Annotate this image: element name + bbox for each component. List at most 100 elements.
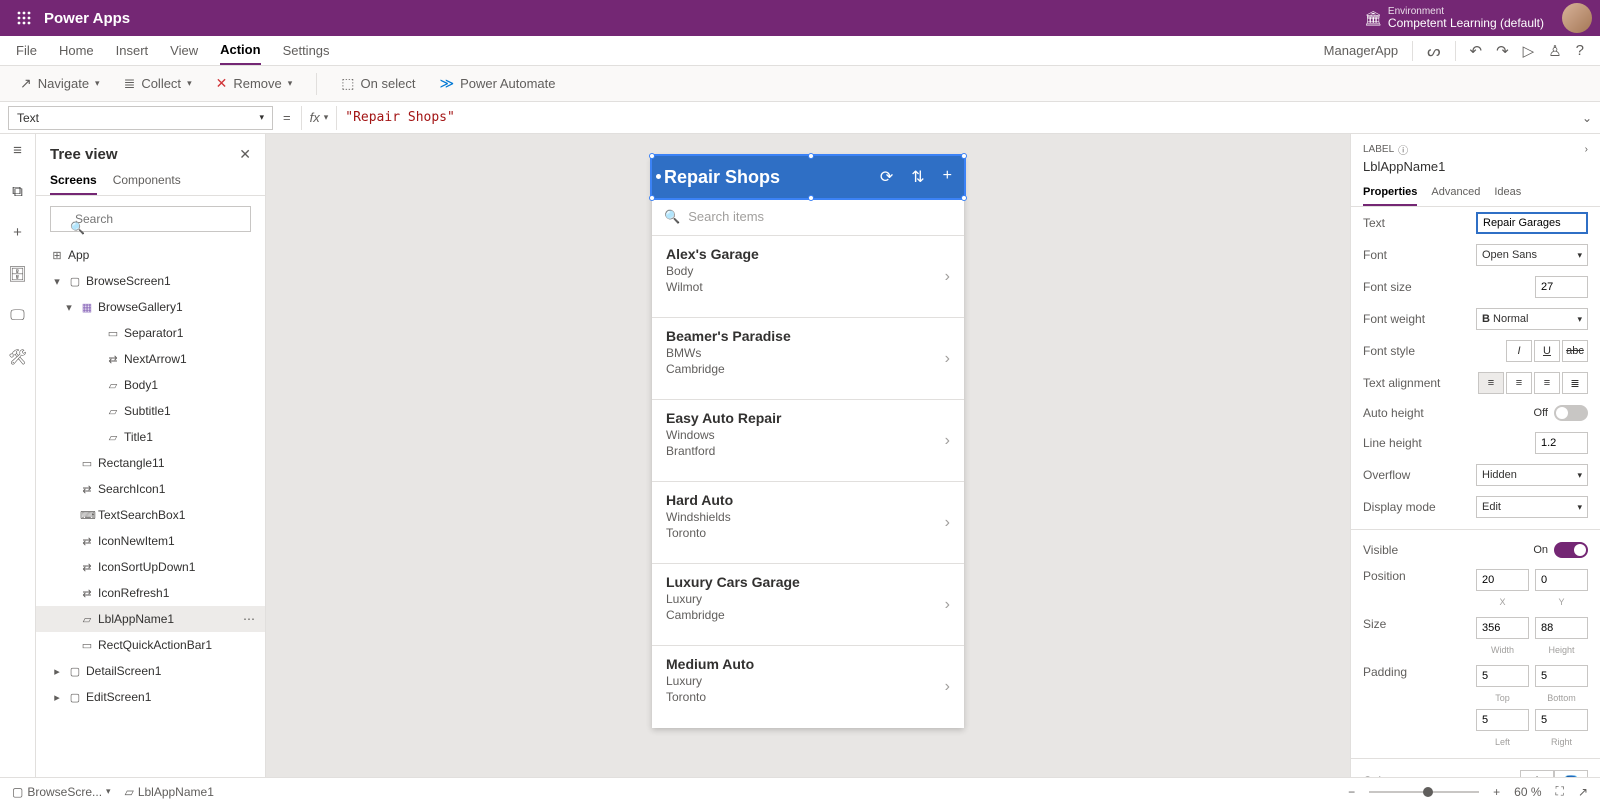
formula-expand-icon[interactable]: ⌄ <box>1582 111 1592 125</box>
tree-node-iconsortupdown[interactable]: ⇄IconSortUpDown1 <box>36 554 265 580</box>
formula-input[interactable] <box>345 110 1582 125</box>
pad-left-input[interactable] <box>1476 709 1529 731</box>
fit-icon[interactable]: ⛶ <box>1556 784 1564 799</box>
list-item[interactable]: Hard AutoWindshieldsToronto› <box>652 482 964 564</box>
power-automate-button[interactable]: ≫Power Automate <box>439 75 555 92</box>
collect-button[interactable]: ≣Collect▾ <box>124 75 192 92</box>
chevron-right-icon[interactable]: › <box>1585 144 1588 155</box>
popout-icon[interactable]: ↗ <box>1578 785 1588 799</box>
app-checker-icon[interactable]: ᔕ <box>1427 42 1440 60</box>
avatar[interactable] <box>1562 3 1592 33</box>
insert-icon[interactable]: + <box>13 224 22 241</box>
italic-button[interactable]: I <box>1506 340 1532 362</box>
font-select[interactable]: Open Sans▾ <box>1476 244 1588 266</box>
zoom-in-icon[interactable]: + <box>1493 785 1500 799</box>
tools-icon[interactable]: 🛠 <box>8 348 27 366</box>
visible-toggle[interactable] <box>1554 542 1588 558</box>
align-right-button[interactable]: ≡ <box>1534 372 1560 394</box>
underline-button[interactable]: U <box>1534 340 1560 362</box>
tree-node-title[interactable]: ▱Title1 <box>36 424 265 450</box>
chevron-right-icon[interactable]: › <box>945 678 950 696</box>
menu-home[interactable]: Home <box>59 37 94 64</box>
tab-ideas[interactable]: Ideas <box>1494 180 1521 206</box>
zoom-out-icon[interactable]: − <box>1348 785 1355 799</box>
canvas-search-bar[interactable]: 🔍 Search items <box>652 198 964 236</box>
list-item[interactable]: Luxury Cars GarageLuxuryCambridge› <box>652 564 964 646</box>
tree-node-iconnewitem[interactable]: ⇄IconNewItem1 <box>36 528 265 554</box>
navigate-button[interactable]: ↗Navigate▾ <box>20 75 100 92</box>
menu-file[interactable]: File <box>16 37 37 64</box>
tree-node-detailscreen[interactable]: ▸▢DetailScreen1 <box>36 658 265 684</box>
align-left-button[interactable]: ≡ <box>1478 372 1504 394</box>
tab-properties[interactable]: Properties <box>1363 180 1417 206</box>
remove-button[interactable]: ✕Remove▾ <box>216 75 293 92</box>
tree-node-lblappname[interactable]: ▱LblAppName1⋯ <box>36 606 265 632</box>
tree-node-rectquick[interactable]: ▭RectQuickActionBar1 <box>36 632 265 658</box>
info-icon[interactable]: ⓘ <box>1398 142 1408 157</box>
strike-button[interactable]: abc <box>1562 340 1588 362</box>
width-input[interactable] <box>1476 617 1529 639</box>
media-icon[interactable]: 🖵 <box>10 307 24 324</box>
more-icon[interactable]: ⋯ <box>243 612 255 626</box>
tree-node-rectangle[interactable]: ▭Rectangle11 <box>36 450 265 476</box>
refresh-icon[interactable]: ⟳ <box>880 167 893 187</box>
list-item[interactable]: Medium AutoLuxuryToronto› <box>652 646 964 728</box>
pos-x-input[interactable] <box>1476 569 1529 591</box>
app-canvas[interactable]: Repair Shops ⟳ ⇅ + 🔍 Search items Alex's… <box>652 156 964 728</box>
list-item[interactable]: Alex's GarageBodyWilmot› <box>652 236 964 318</box>
undo-icon[interactable]: ↶ <box>1470 42 1483 60</box>
text-input[interactable] <box>1476 212 1588 234</box>
tree-view-icon[interactable]: ⧉ <box>12 183 23 200</box>
font-color-button[interactable]: A <box>1520 770 1554 777</box>
chevron-right-icon[interactable]: › <box>945 432 950 450</box>
align-center-button[interactable]: ≡ <box>1506 372 1532 394</box>
lineheight-input[interactable] <box>1535 432 1588 454</box>
tree-node-separator[interactable]: ▭Separator1 <box>36 320 265 346</box>
close-icon[interactable]: ✕ <box>239 146 251 163</box>
canvas-header-bar[interactable]: Repair Shops ⟳ ⇅ + <box>652 156 964 198</box>
canvas-title-label[interactable]: Repair Shops <box>664 167 780 188</box>
redo-icon[interactable]: ↷ <box>1496 42 1509 60</box>
tab-advanced[interactable]: Advanced <box>1431 180 1480 206</box>
tree-node-subtitle[interactable]: ▱Subtitle1 <box>36 398 265 424</box>
pos-y-input[interactable] <box>1535 569 1588 591</box>
chevron-right-icon[interactable]: › <box>945 350 950 368</box>
play-icon[interactable]: ▷ <box>1523 42 1535 60</box>
tab-components[interactable]: Components <box>113 167 181 195</box>
list-item[interactable]: Beamer's ParadiseBMWsCambridge› <box>652 318 964 400</box>
canvas-area[interactable]: Repair Shops ⟳ ⇅ + 🔍 Search items Alex's… <box>266 134 1350 777</box>
waffle-icon[interactable] <box>8 11 40 25</box>
pad-right-input[interactable] <box>1535 709 1588 731</box>
data-icon[interactable]: 🗄 <box>8 265 27 283</box>
zoom-slider[interactable] <box>1369 791 1479 793</box>
fontsize-input[interactable] <box>1535 276 1588 298</box>
pad-bottom-input[interactable] <box>1535 665 1588 687</box>
chevron-right-icon[interactable]: › <box>945 596 950 614</box>
tree-node-nextarrow[interactable]: ⇄NextArrow1 <box>36 346 265 372</box>
share-icon[interactable]: ♙ <box>1548 42 1561 60</box>
tree-node-iconrefresh[interactable]: ⇄IconRefresh1 <box>36 580 265 606</box>
tree-node-editscreen[interactable]: ▸▢EditScreen1 <box>36 684 265 710</box>
hamburger-icon[interactable]: ≡ <box>13 142 22 159</box>
fx-chevron-icon[interactable]: ▾ <box>324 112 329 123</box>
pad-top-input[interactable] <box>1476 665 1529 687</box>
align-justify-button[interactable]: ≣ <box>1562 372 1588 394</box>
help-icon[interactable]: ? <box>1576 42 1584 59</box>
list-item[interactable]: Easy Auto RepairWindowsBrantford› <box>652 400 964 482</box>
tree-node-textsearchbox[interactable]: ⌨TextSearchBox1 <box>36 502 265 528</box>
chevron-right-icon[interactable]: › <box>945 268 950 286</box>
tree-node-searchicon[interactable]: ⇄SearchIcon1 <box>36 476 265 502</box>
tab-screens[interactable]: Screens <box>50 167 97 195</box>
tree-node-app[interactable]: ⊞App <box>36 242 265 268</box>
tree-node-browsescreen[interactable]: ▾▢BrowseScreen1 <box>36 268 265 294</box>
autoheight-toggle[interactable] <box>1554 405 1588 421</box>
menu-view[interactable]: View <box>170 37 198 64</box>
chevron-right-icon[interactable]: › <box>945 514 950 532</box>
overflow-select[interactable]: Hidden▾ <box>1476 464 1588 486</box>
menu-insert[interactable]: Insert <box>116 37 149 64</box>
onselect-button[interactable]: ⬚On select <box>341 75 415 92</box>
tree-node-browsegallery[interactable]: ▾▦BrowseGallery1 <box>36 294 265 320</box>
tree-node-body[interactable]: ▱Body1 <box>36 372 265 398</box>
fill-color-button[interactable]: 🪣 <box>1554 770 1588 777</box>
fontweight-select[interactable]: B Normal▾ <box>1476 308 1588 330</box>
